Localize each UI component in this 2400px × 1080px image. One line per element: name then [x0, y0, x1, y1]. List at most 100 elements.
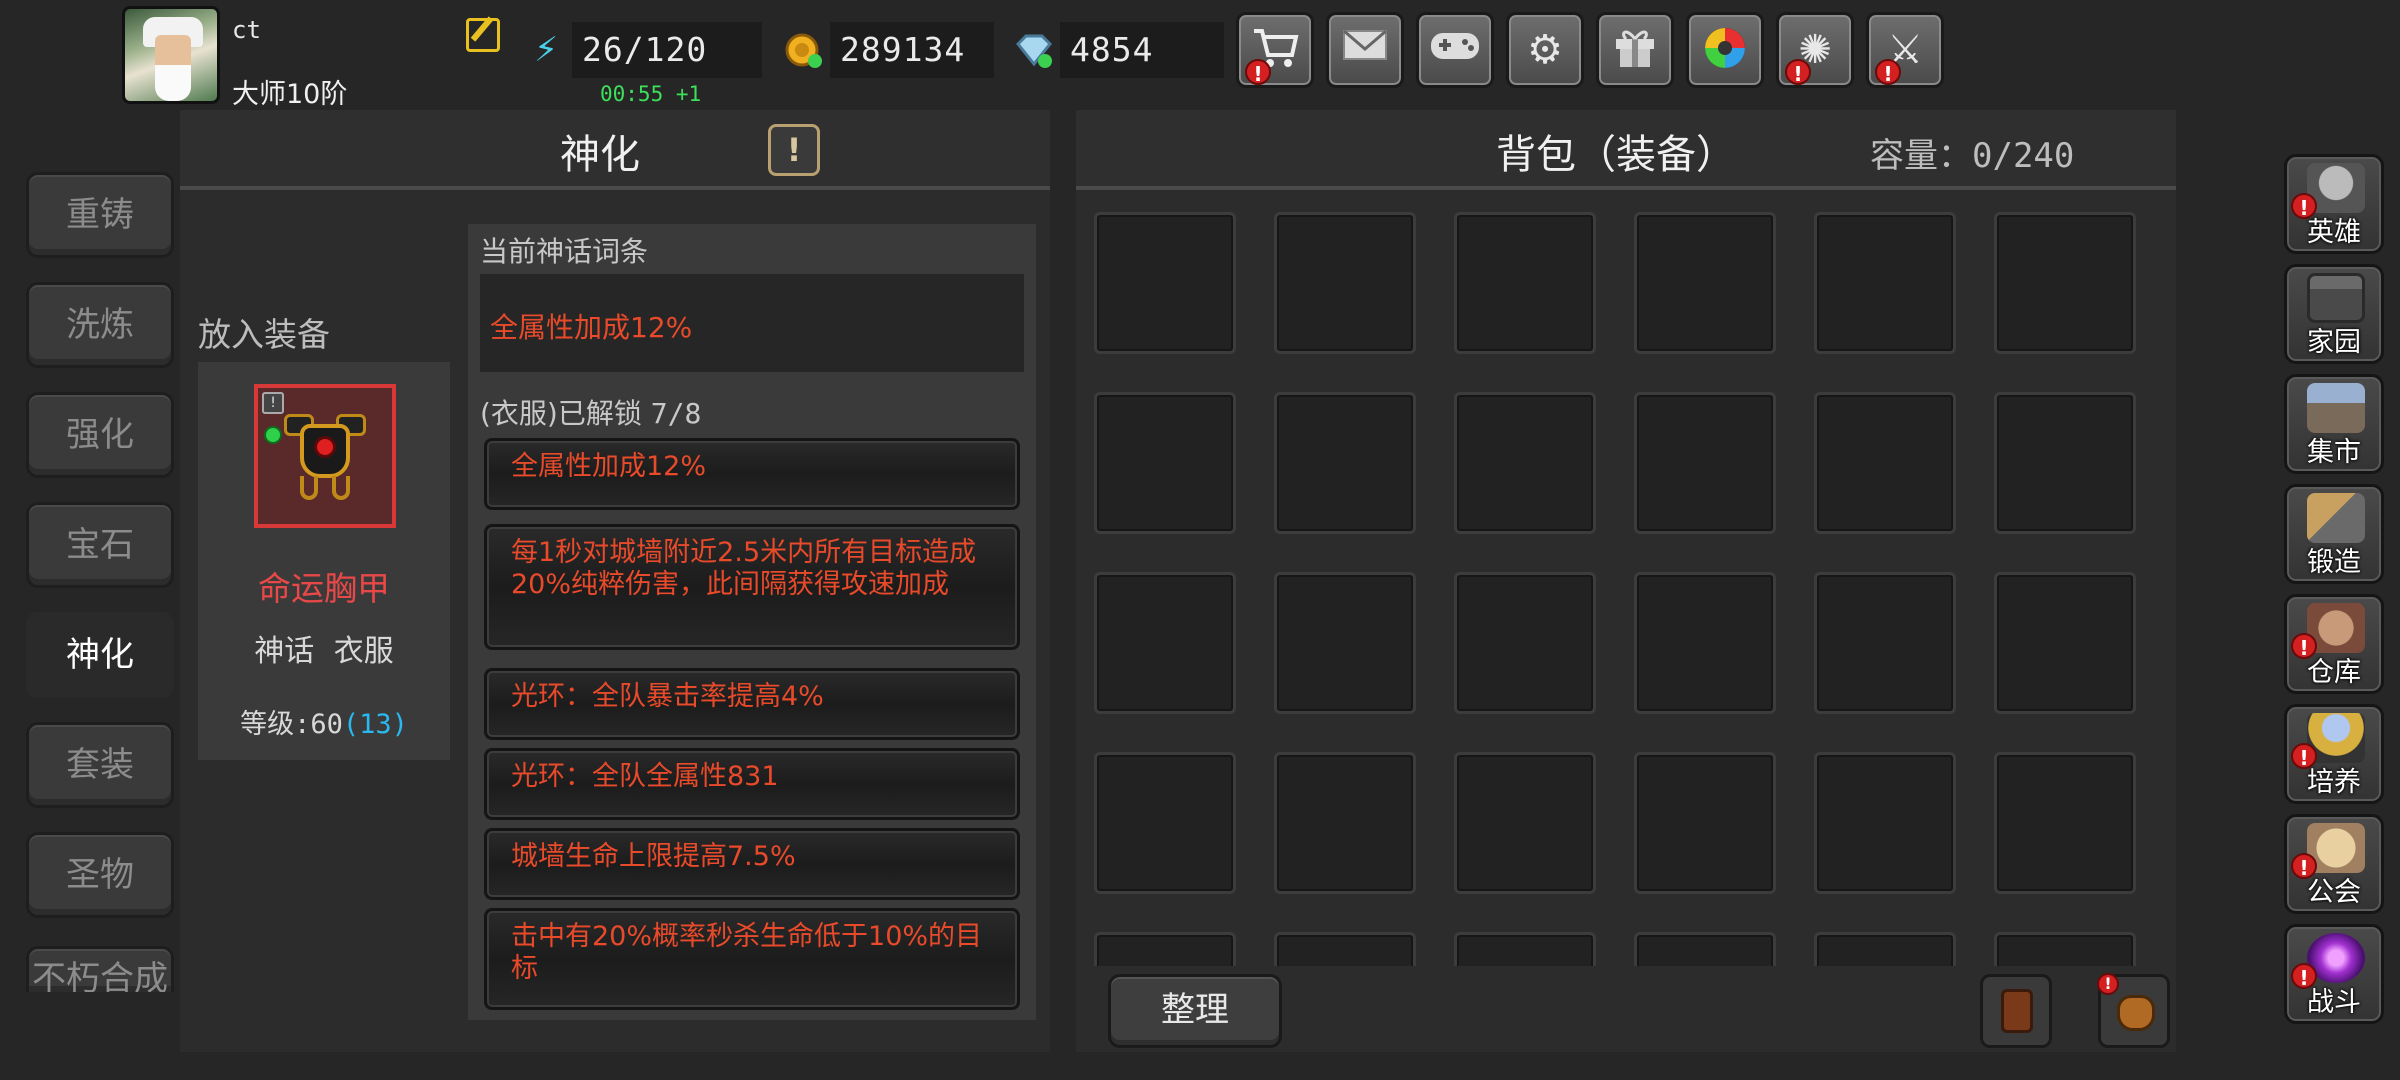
shop-button[interactable]: !: [1236, 12, 1314, 88]
bag-slot[interactable]: [1814, 392, 1956, 534]
bag-slot[interactable]: [1994, 932, 2136, 966]
bag-slot[interactable]: [1814, 212, 1956, 354]
bag-slot[interactable]: [1274, 392, 1416, 534]
bag-slot[interactable]: [1454, 572, 1596, 714]
loot-bag-button[interactable]: !: [2097, 973, 2170, 1048]
bag-slot[interactable]: [1634, 572, 1776, 714]
affix-item[interactable]: 每1秒对城墙附近2.5米内所有目标造成20%纯粹伤害，此间隔获得攻速加成: [484, 524, 1020, 650]
bag-capacity: 容量：0/240: [1870, 128, 2074, 177]
bag-slot[interactable]: [1634, 932, 1776, 966]
affix-item[interactable]: 击中有20%概率秒杀生命低于10%的目标: [484, 908, 1020, 1010]
energy-bolt-icon: ⚡: [534, 30, 558, 70]
nav-cultivate[interactable]: ! 培养: [2284, 704, 2384, 804]
bag-slot[interactable]: [1994, 572, 2136, 714]
vest-icon: [2001, 989, 2033, 1033]
nav-warehouse[interactable]: ! 仓库: [2284, 594, 2384, 694]
bag-slot[interactable]: [1454, 932, 1596, 966]
bag-slot[interactable]: [1274, 212, 1416, 354]
unlock-label: (衣服)已解锁: [480, 397, 642, 430]
level-value: 60: [310, 709, 343, 740]
bag-slot[interactable]: [1454, 212, 1596, 354]
affix-item[interactable]: 城墙生命上限提高7.5%: [484, 828, 1020, 900]
mail-button[interactable]: [1326, 12, 1404, 88]
affix-item[interactable]: 光环：全队全属性831: [484, 748, 1020, 820]
bag-title: 背包（装备）: [1496, 132, 1736, 178]
anvil-icon: [2307, 493, 2365, 543]
bag-slot[interactable]: [1454, 752, 1596, 894]
info-button[interactable]: !: [768, 124, 820, 176]
edit-name-icon[interactable]: [466, 18, 500, 52]
nav-label: 锻造: [2307, 547, 2361, 578]
bag-slot[interactable]: [1454, 392, 1596, 534]
bag-slot[interactable]: [1634, 212, 1776, 354]
nav-market[interactable]: 集市: [2284, 374, 2384, 474]
tab-mythic[interactable]: 神化: [26, 612, 174, 698]
market-icon: [2307, 383, 2365, 433]
bag-slot[interactable]: [1094, 752, 1236, 894]
equipment-tags: 神话 衣服: [198, 626, 450, 670]
bag-slot[interactable]: [1814, 752, 1956, 894]
equipment-name: 命运胸甲: [258, 569, 390, 608]
nav-home[interactable]: 家园: [2284, 264, 2384, 364]
equipment-filter-button[interactable]: [1980, 974, 2052, 1048]
bag-slot[interactable]: [1814, 572, 1956, 714]
gift-button[interactable]: [1596, 12, 1674, 88]
player-rank: 大师10阶: [232, 79, 348, 110]
color-wheel-icon: [1689, 25, 1761, 83]
nav-label: 家园: [2307, 327, 2361, 358]
bag-slot[interactable]: [1274, 932, 1416, 966]
tab-relic[interactable]: 圣物: [26, 832, 174, 918]
tab-recast[interactable]: 重铸: [26, 172, 174, 258]
bag-grid: [1090, 202, 2170, 966]
nav-hero[interactable]: ! 英雄: [2284, 154, 2384, 254]
equipment-slot-type: 衣服: [333, 634, 394, 669]
bag-slot[interactable]: [1814, 932, 1956, 966]
nav-forge[interactable]: 锻造: [2284, 484, 2384, 584]
tab-set[interactable]: 套装: [26, 722, 174, 808]
nav-guild[interactable]: ! 公会: [2284, 814, 2384, 914]
nav-battle[interactable]: ! 战斗: [2284, 924, 2384, 1024]
mythic-title: 神化: [560, 132, 640, 178]
bag-slot[interactable]: [1094, 212, 1236, 354]
battle-button[interactable]: ⚔ !: [1866, 12, 1944, 88]
upgrade-plus-icon: [264, 426, 282, 444]
bag-slot[interactable]: [1274, 752, 1416, 894]
nav-label: 集市: [2307, 437, 2361, 468]
alert-badge: !: [1875, 59, 1901, 86]
affix-item[interactable]: 光环：全队暴击率提高4%: [484, 668, 1020, 740]
bag-slot[interactable]: [1094, 932, 1236, 966]
bag-slot[interactable]: [1274, 572, 1416, 714]
bag-slot[interactable]: [1994, 212, 2136, 354]
player-name: ct: [232, 16, 261, 44]
bag-slot[interactable]: [1994, 392, 2136, 534]
bag-slot[interactable]: [1994, 752, 2136, 894]
gamepad-icon: [1419, 25, 1491, 77]
tab-refine[interactable]: 洗炼: [26, 282, 174, 368]
sort-button[interactable]: 整理: [1108, 974, 1282, 1048]
alert-badge: !: [1785, 59, 1811, 86]
bag-slot[interactable]: [1094, 572, 1236, 714]
energy-timer: 00:55 +1: [600, 82, 702, 106]
gamepad-button[interactable]: [1416, 12, 1494, 88]
diamond-icon: [1014, 30, 1054, 70]
bag-slot[interactable]: [1634, 392, 1776, 534]
tab-immortal-synthesis[interactable]: 不朽合成: [26, 946, 174, 992]
gear-icon: ⚙: [1527, 27, 1563, 73]
lottery-button[interactable]: [1686, 12, 1764, 88]
settings-button[interactable]: ⚙: [1506, 12, 1584, 88]
equipment-slot[interactable]: !: [254, 384, 396, 528]
nav-label: 仓库: [2307, 657, 2361, 688]
alert-badge: !: [2097, 973, 2119, 995]
tab-gem[interactable]: 宝石: [26, 502, 174, 588]
bag-slot[interactable]: [1634, 752, 1776, 894]
energy-value: 26/120: [572, 22, 762, 78]
tab-enhance[interactable]: 强化: [26, 392, 174, 478]
bag-slot[interactable]: [1094, 392, 1236, 534]
alert-badge: !: [1245, 59, 1271, 86]
player-avatar[interactable]: [122, 6, 220, 104]
affix-item[interactable]: 全属性加成12%: [484, 438, 1020, 510]
fireworks-button[interactable]: ✺ !: [1776, 12, 1854, 88]
gold-value: 289134: [830, 22, 994, 78]
equipment-rarity: 神话: [254, 634, 315, 669]
put-equipment-label: 放入装备: [198, 315, 330, 354]
